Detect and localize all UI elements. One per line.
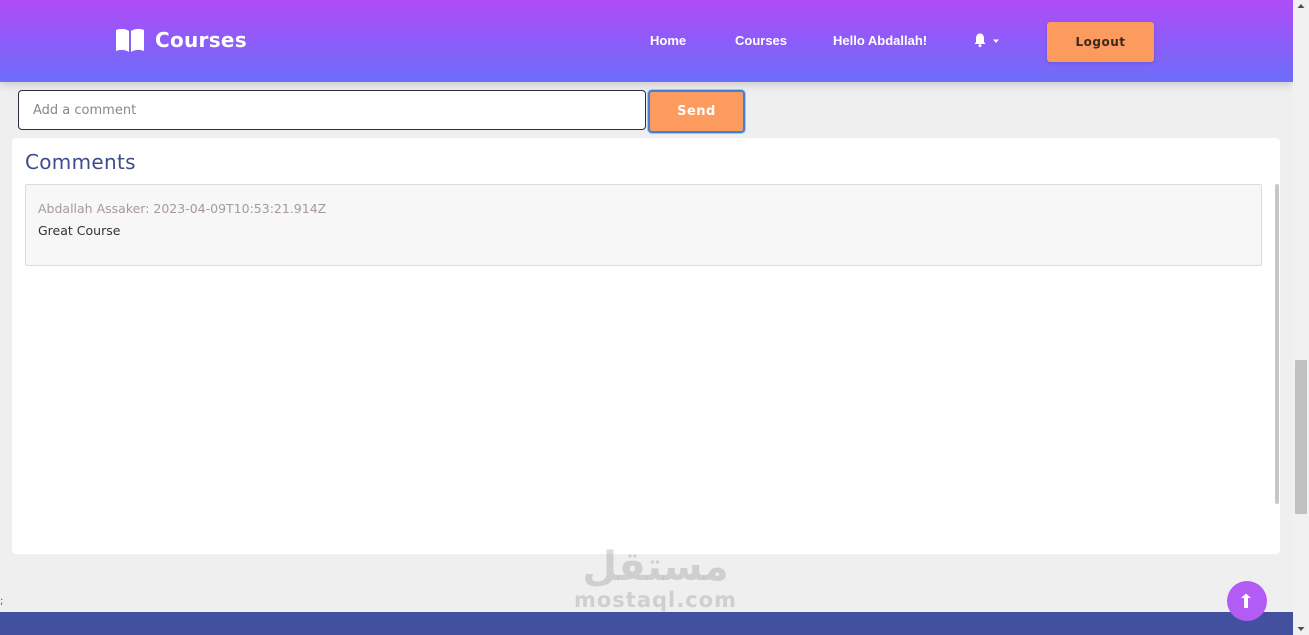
arrow-up-icon [1241, 593, 1251, 608]
brand-logo[interactable]: Courses [115, 27, 247, 53]
top-navbar: Courses Home Courses Hello Abdallah! Log… [0, 0, 1293, 82]
comment-input[interactable] [18, 90, 646, 130]
footer-bar [0, 612, 1293, 635]
scroll-to-top-button[interactable] [1227, 581, 1267, 621]
comment-author-date: Abdallah Assaker: 2023-04-09T10:53:21.91… [38, 201, 327, 216]
comments-card: Comments Abdallah Assaker: 2023-04-09T10… [12, 138, 1280, 554]
comment-text: Great Course [38, 223, 121, 238]
comments-title: Comments [25, 150, 136, 174]
notifications-dropdown[interactable] [973, 32, 1001, 48]
edge-glyph: ; [0, 596, 4, 607]
comments-scrollbar[interactable] [1275, 184, 1279, 504]
logout-button[interactable]: Logout [1047, 22, 1154, 62]
comment-item: Abdallah Assaker: 2023-04-09T10:53:21.91… [25, 184, 1262, 266]
caret-down-icon [993, 39, 999, 43]
scroll-down-arrow-icon[interactable] [1297, 626, 1305, 632]
send-comment-button[interactable]: Send [648, 90, 745, 133]
page-scrollbar[interactable] [1293, 0, 1309, 635]
scroll-up-arrow-icon[interactable] [1297, 3, 1305, 9]
nav-link-home[interactable]: Home [650, 33, 686, 48]
brand-name: Courses [155, 28, 247, 52]
watermark-arabic: مستقل [582, 544, 729, 590]
page-scroll-thumb[interactable] [1295, 360, 1307, 514]
open-book-icon [116, 28, 144, 52]
mostaql-watermark: مستقل mostaql.com [573, 545, 738, 620]
watermark-latin: mostaql.com [574, 588, 737, 612]
comments-list[interactable]: Abdallah Assaker: 2023-04-09T10:53:21.91… [25, 184, 1279, 504]
nav-link-courses[interactable]: Courses [735, 33, 787, 48]
nav-link-user-greeting[interactable]: Hello Abdallah! [833, 33, 927, 48]
